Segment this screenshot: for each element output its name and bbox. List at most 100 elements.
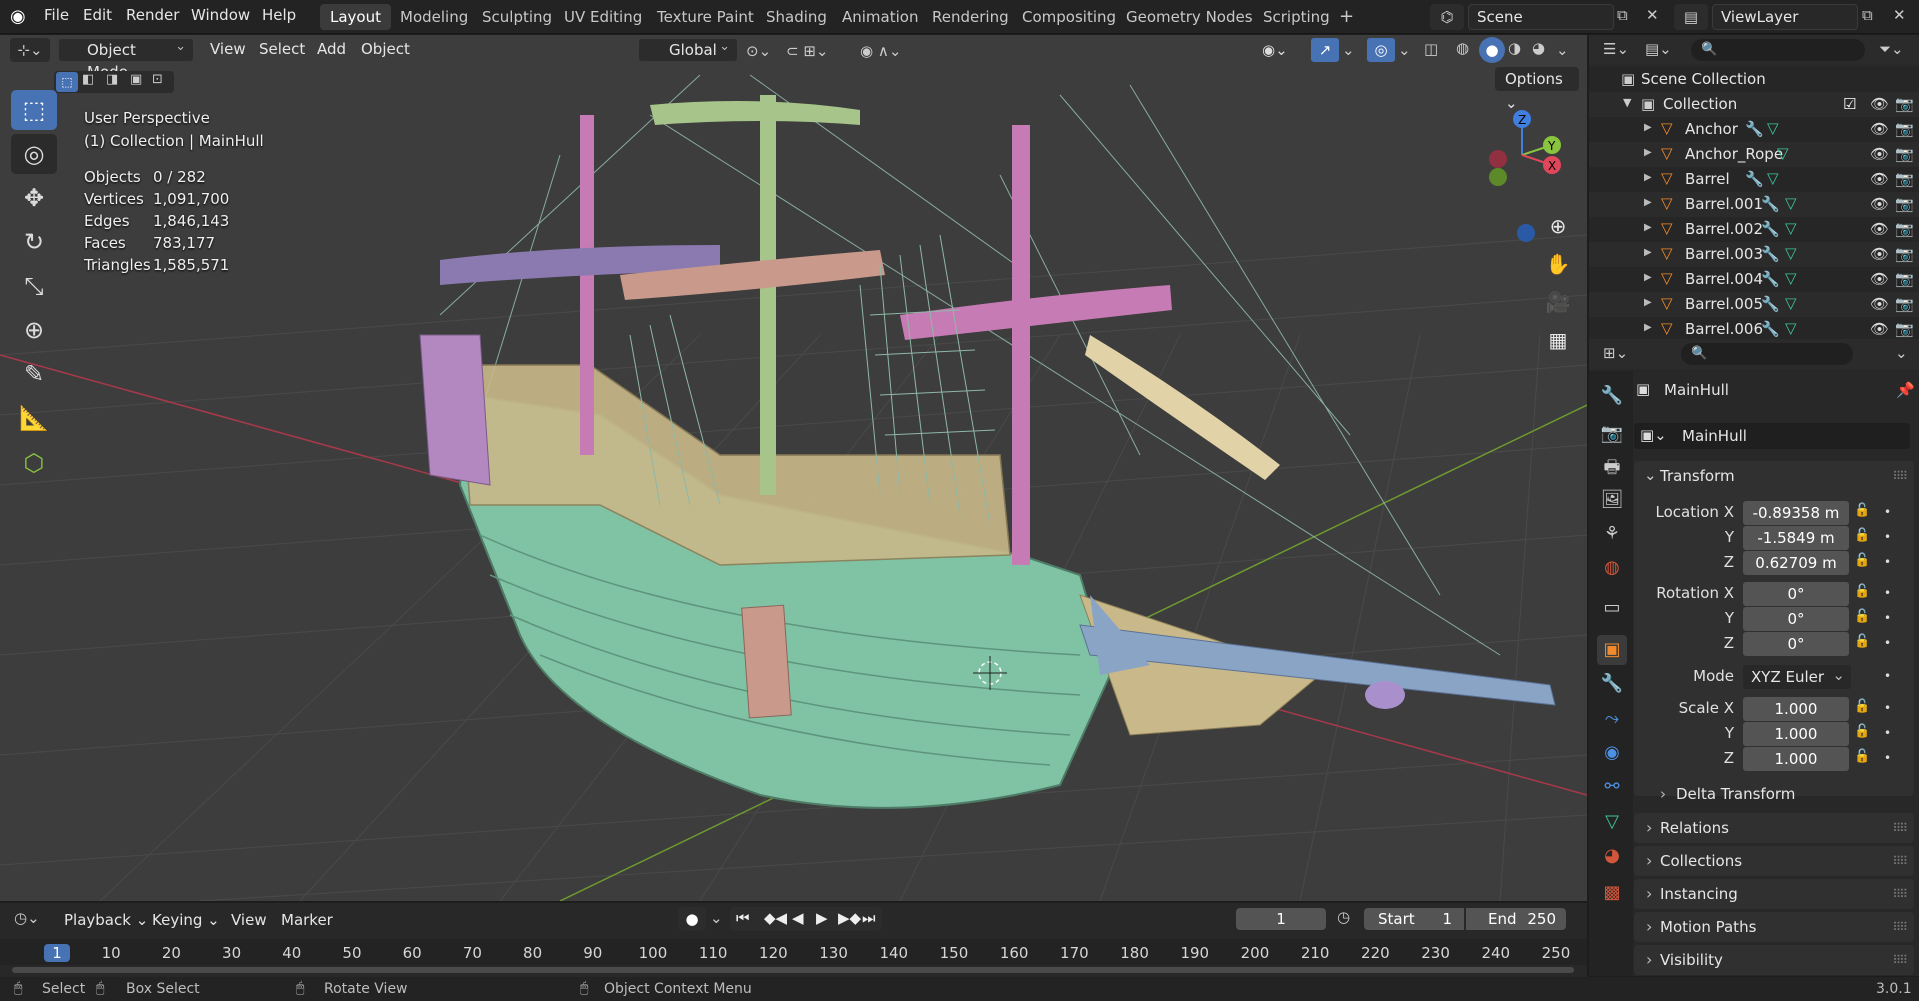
viewport-menu-view[interactable]: View xyxy=(210,40,246,58)
move-tool[interactable]: ✥ xyxy=(11,178,57,218)
rotation-mode-dropdown[interactable]: XYZ Euler ⌄ xyxy=(1743,665,1851,689)
modifier-wrench-icon[interactable]: 🔧 xyxy=(1745,170,1764,188)
tab-animation[interactable]: Animation xyxy=(832,4,928,30)
scene-collection-row[interactable]: ▣ Scene Collection xyxy=(1589,67,1919,92)
rotation-y-field[interactable]: 0° xyxy=(1743,607,1849,631)
tab-texture-paint[interactable]: Texture Paint xyxy=(647,4,764,30)
select-invert-icon[interactable]: ▣ xyxy=(130,72,142,87)
new-scene-icon[interactable]: ⧉ xyxy=(1617,6,1628,24)
outliner-display-mode-icon[interactable]: ▤⌄ xyxy=(1645,40,1672,58)
gizmo-toggle-icon[interactable]: ↗ xyxy=(1310,37,1340,63)
outliner-editor-type-icon[interactable]: ☰⌄ xyxy=(1603,40,1629,58)
tab-scripting[interactable]: Scripting xyxy=(1253,4,1340,30)
object-mode-dropdown[interactable]: Object Mode xyxy=(58,36,194,81)
delete-viewlayer-icon[interactable]: ✕ xyxy=(1893,6,1906,24)
xray-toggle-icon[interactable]: ◫ xyxy=(1424,40,1438,58)
render-camera-icon[interactable]: 📷 xyxy=(1895,145,1914,163)
scale-z-field[interactable]: 1.000 xyxy=(1743,747,1849,771)
collection-checkbox-icon[interactable]: ☑ xyxy=(1843,95,1856,113)
add-workspace-button[interactable]: + xyxy=(1329,4,1364,30)
render-camera-icon[interactable]: 📷 xyxy=(1895,170,1914,188)
location-z-field[interactable]: 0.62709 m xyxy=(1743,551,1849,575)
scene-selector-icon[interactable]: ⌬ xyxy=(1430,4,1464,30)
collection-visibility-icon[interactable]: 👁 xyxy=(1870,95,1889,113)
camera-view-icon[interactable]: 🎥 xyxy=(1542,286,1574,318)
visibility-eye-icon[interactable]: 👁 xyxy=(1870,120,1889,138)
3d-viewport[interactable]: ⊹⌄ Object Mode View Select Add Object Gl… xyxy=(0,35,1587,901)
jump-start-icon[interactable]: ⏮ xyxy=(736,909,750,927)
keyframe-dot-icon[interactable]: • xyxy=(1884,586,1891,600)
visibility-eye-icon[interactable]: 👁 xyxy=(1870,220,1889,238)
relations-grip-icon[interactable]: ⠿⠿ xyxy=(1892,813,1908,843)
visibility-eye-icon[interactable]: 👁 xyxy=(1870,320,1889,338)
pin-icon[interactable]: 📌 xyxy=(1896,381,1915,399)
render-camera-icon[interactable]: 📷 xyxy=(1895,295,1914,313)
timeline-menu-playback[interactable]: Playback ⌄ xyxy=(64,911,148,929)
location-x-field[interactable]: -0.89358 m xyxy=(1743,501,1849,525)
lock-icon[interactable]: 🔓 xyxy=(1854,584,1870,599)
relations-panel[interactable]: Relations ⠿⠿ xyxy=(1634,813,1914,843)
menu-window[interactable]: Window xyxy=(191,6,250,24)
visibility-eye-icon[interactable]: 👁 xyxy=(1870,145,1889,163)
expand-arrow-icon[interactable]: ▶ xyxy=(1644,222,1652,233)
editor-type-icon[interactable]: ⊹⌄ xyxy=(10,38,50,62)
pan-hand-icon[interactable]: ✋ xyxy=(1542,248,1574,280)
gizmo-dropdown-icon[interactable]: ⌄ xyxy=(1342,41,1355,59)
tab-compositing[interactable]: Compositing xyxy=(1012,4,1126,30)
outliner-item[interactable]: ▶ ▽ Barrel.004 🔧 ▽ 👁 📷 xyxy=(1589,267,1919,292)
delete-scene-icon[interactable]: ✕ xyxy=(1646,6,1659,24)
overlays-dropdown-icon[interactable]: ⌄ xyxy=(1398,41,1411,59)
scene-name-field[interactable]: Scene xyxy=(1468,4,1614,30)
ortho-grid-icon[interactable]: ▦ xyxy=(1542,324,1574,356)
overlays-toggle-icon[interactable]: ◎ xyxy=(1366,37,1396,63)
prev-keyframe-icon[interactable]: ◆◀ xyxy=(764,909,787,927)
shading-solid-icon[interactable]: ● xyxy=(1479,37,1505,63)
scale-x-field[interactable]: 1.000 xyxy=(1743,697,1849,721)
datablock-type-icon[interactable]: ▣⌄ xyxy=(1640,426,1667,444)
tab-sculpting[interactable]: Sculpting xyxy=(472,4,562,30)
preview-range-icon[interactable]: ◷ xyxy=(1337,908,1350,926)
outliner-item[interactable]: ▶ ▽ Barrel.005 🔧 ▽ 👁 📷 xyxy=(1589,292,1919,317)
visibility-eye-icon[interactable]: 👁 xyxy=(1870,270,1889,288)
outliner-item[interactable]: ▶ ▽ Barrel.001 🔧 ▽ 👁 📷 xyxy=(1589,192,1919,217)
modifier-wrench-icon[interactable]: 🔧 xyxy=(1761,195,1780,213)
lock-icon[interactable]: 🔓 xyxy=(1854,609,1870,624)
visibility-eye-icon[interactable]: 👁 xyxy=(1870,195,1889,213)
zoom-icon[interactable]: ⊕ xyxy=(1542,210,1574,242)
outliner-item[interactable]: ▶ ▽ Barrel.002 🔧 ▽ 👁 📷 xyxy=(1589,217,1919,242)
render-camera-icon[interactable]: 📷 xyxy=(1895,120,1914,138)
mesh-data-icon[interactable]: ▽ xyxy=(1785,269,1797,287)
keyframe-dot-icon[interactable]: • xyxy=(1884,751,1891,765)
menu-render[interactable]: Render xyxy=(126,6,179,24)
auto-keying-icon[interactable]: ● xyxy=(678,907,706,931)
mesh-data-icon[interactable]: ▽ xyxy=(1767,119,1779,137)
current-frame-field[interactable]: 1 xyxy=(1236,908,1326,930)
mesh-data-icon[interactable]: ▽ xyxy=(1785,244,1797,262)
timeline-editor-type-icon[interactable]: ◷⌄ xyxy=(14,909,40,927)
transform-panel-header[interactable]: ⌄ Transform ⠿⠿ xyxy=(1634,461,1914,491)
expand-arrow-icon[interactable]: ▶ xyxy=(1644,197,1652,208)
constraints-tab-icon[interactable]: ⚯ xyxy=(1597,772,1627,802)
motion-paths-panel[interactable]: Motion Paths ⠿⠿ xyxy=(1634,912,1914,942)
lock-icon[interactable]: 🔓 xyxy=(1854,749,1870,764)
modifier-wrench-icon[interactable]: 🔧 xyxy=(1745,120,1764,138)
cursor-tool[interactable]: ◎ xyxy=(11,134,57,174)
data-tab-icon[interactable]: ▽ xyxy=(1597,807,1627,837)
mesh-data-icon[interactable]: ▽ xyxy=(1777,144,1789,162)
select-box-tool[interactable]: ⬚ xyxy=(11,90,57,130)
tab-shading[interactable]: Shading xyxy=(756,4,837,30)
keyframe-dot-icon[interactable]: • xyxy=(1884,701,1891,715)
expand-arrow-icon[interactable]: ▶ xyxy=(1644,172,1652,183)
scale-tool[interactable]: ⤡ xyxy=(11,266,57,306)
rotation-z-field[interactable]: 0° xyxy=(1743,632,1849,656)
keying-dropdown-icon[interactable]: ⌄ xyxy=(710,909,723,927)
pivot-point-icon[interactable]: ⊙⌄ xyxy=(746,42,771,60)
motion-paths-grip-icon[interactable]: ⠿⠿ xyxy=(1892,912,1908,942)
tab-geometry-nodes[interactable]: Geometry Nodes xyxy=(1116,4,1263,30)
collection-row[interactable]: ▼ ▣ Collection ☑ 👁 📷 xyxy=(1589,92,1919,117)
viewport-menu-add[interactable]: Add xyxy=(317,40,346,58)
select-extend-icon[interactable]: ◧ xyxy=(82,72,94,87)
lock-icon[interactable]: 🔓 xyxy=(1854,528,1870,543)
render-camera-icon[interactable]: 📷 xyxy=(1895,245,1914,263)
rotate-tool[interactable]: ↻ xyxy=(11,222,57,262)
